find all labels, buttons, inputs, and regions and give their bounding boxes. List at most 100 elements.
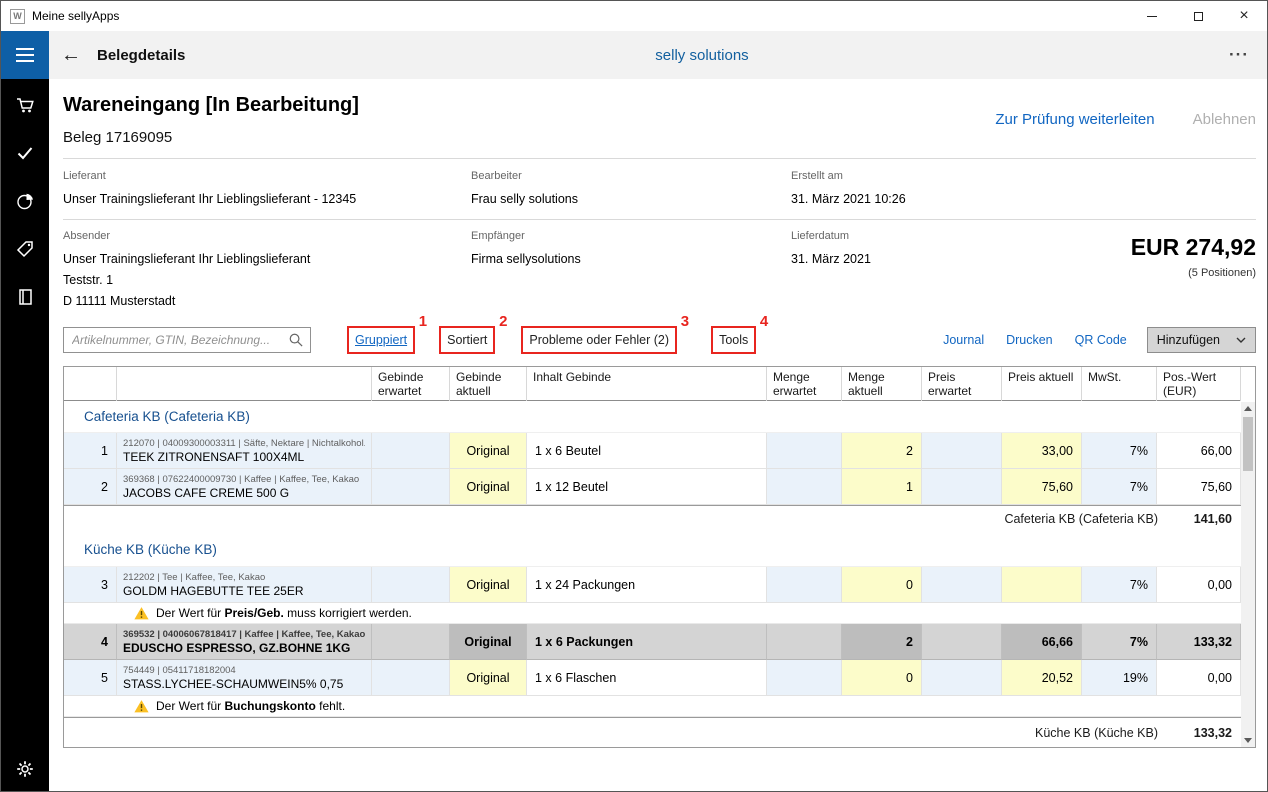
row-number: 5 bbox=[64, 660, 117, 696]
scrollbar-thumb[interactable] bbox=[1243, 417, 1253, 471]
journal-link[interactable]: Journal bbox=[943, 333, 984, 347]
gebinde-erwartet-cell bbox=[372, 433, 450, 469]
forward-for-review-button[interactable]: Zur Prüfung weiterleiten bbox=[995, 111, 1154, 128]
sidebar-item-cart[interactable] bbox=[1, 81, 49, 129]
table-scrollbar[interactable] bbox=[1241, 402, 1255, 747]
search-icon bbox=[288, 332, 304, 348]
annotation-number: 2 bbox=[499, 313, 507, 330]
menge-aktuell-cell[interactable]: 0 bbox=[842, 660, 922, 696]
col-pos-wert: Pos.-Wert (EUR) bbox=[1157, 367, 1241, 401]
group-total-label: Cafeteria KB (Cafeteria KB) bbox=[1004, 512, 1158, 526]
document-total: EUR 274,92 (5 Positionen) bbox=[1011, 230, 1256, 312]
sidebar-item-settings[interactable] bbox=[1, 745, 49, 792]
pos-wert-cell: 0,00 bbox=[1157, 567, 1241, 603]
probleme-fehler-button[interactable]: Probleme oder Fehler (2) bbox=[529, 333, 669, 347]
annotation-box: Probleme oder Fehler (2) bbox=[521, 326, 677, 354]
gebinde-erwartet-cell bbox=[372, 469, 450, 505]
tools-button[interactable]: Tools bbox=[719, 333, 748, 347]
preis-aktuell-cell[interactable]: 75,60 bbox=[1002, 469, 1082, 505]
pos-wert-cell: 75,60 bbox=[1157, 469, 1241, 505]
hinzufuegen-button[interactable]: Hinzufügen bbox=[1147, 327, 1256, 353]
warning-row: Der Wert für Buchungskonto fehlt. bbox=[64, 696, 1241, 717]
preis-aktuell-cell[interactable] bbox=[1002, 567, 1082, 603]
col-empty bbox=[117, 367, 372, 401]
main-content: Wareneingang [In Bearbeitung] Beleg 1716… bbox=[49, 79, 1268, 792]
maximize-button[interactable] bbox=[1175, 1, 1221, 31]
sidebar-item-reports[interactable] bbox=[1, 177, 49, 225]
gebinde-erwartet-cell bbox=[372, 624, 450, 660]
table-toolbar: Gruppiert 1 Sortiert 2 Probleme oder Feh… bbox=[63, 325, 1256, 355]
app-window: W Meine sellyApps × ← Belegdetails selly… bbox=[0, 0, 1268, 792]
article-meta: 369368 | 07622400009730 | Kaffee | Kaffe… bbox=[123, 474, 359, 485]
menge-erwartet-cell bbox=[767, 624, 842, 660]
table-row[interactable]: 5 754449 | 05411718182004 STASS.LYCHEE-S… bbox=[64, 660, 1241, 696]
gebinde-erwartet-cell bbox=[372, 660, 450, 696]
preis-erwartet-cell bbox=[922, 433, 1002, 469]
scroll-up-arrow[interactable] bbox=[1241, 402, 1255, 415]
article-name: STASS.LYCHEE-SCHAUMWEIN5% 0,75 bbox=[123, 677, 343, 691]
sidebar-item-journal[interactable] bbox=[1, 273, 49, 321]
annotation-4: Tools 4 bbox=[711, 326, 756, 354]
gruppiert-button[interactable]: Gruppiert bbox=[355, 333, 407, 347]
sidebar-item-labels[interactable] bbox=[1, 225, 49, 273]
article-search[interactable] bbox=[63, 327, 311, 353]
nav-sidebar bbox=[1, 79, 49, 792]
warning-icon bbox=[134, 699, 149, 713]
field-lieferdatum: Lieferdatum 31. März 2021 bbox=[791, 230, 1011, 312]
table-row-selected[interactable]: 4 369532 | 04006067818417 | Kaffee | Kaf… bbox=[64, 624, 1241, 660]
table-row[interactable]: 1 212070 | 04009300003311 | Säfte, Nekta… bbox=[64, 433, 1241, 469]
gebinde-aktuell-cell[interactable]: Original bbox=[450, 624, 527, 660]
gebinde-aktuell-cell[interactable]: Original bbox=[450, 660, 527, 696]
group-header-cafeteria[interactable]: Cafeteria KB (Cafeteria KB) bbox=[64, 401, 1241, 433]
back-button[interactable]: ← bbox=[61, 45, 81, 65]
table-row[interactable]: 2 369368 | 07622400009730 | Kaffee | Kaf… bbox=[64, 469, 1241, 505]
article-meta: 754449 | 05411718182004 bbox=[123, 665, 236, 676]
gebinde-aktuell-cell[interactable]: Original bbox=[450, 433, 527, 469]
close-button[interactable]: × bbox=[1221, 1, 1267, 31]
row-number: 4 bbox=[64, 624, 117, 660]
article-name: TEEK ZITRONENSAFT 100X4ML bbox=[123, 450, 304, 464]
menge-aktuell-cell[interactable]: 0 bbox=[842, 567, 922, 603]
article-cell: 369368 | 07622400009730 | Kaffee | Kaffe… bbox=[117, 469, 372, 505]
group-total-cafeteria: Cafeteria KB (Cafeteria KB) 141,60 bbox=[64, 505, 1241, 533]
group-header-kueche[interactable]: Küche KB (Küche KB) bbox=[64, 533, 1241, 567]
row-number: 2 bbox=[64, 469, 117, 505]
window-titlebar: W Meine sellyApps × bbox=[1, 1, 1267, 31]
article-cell: 212070 | 04009300003311 | Säfte, Nektare… bbox=[117, 433, 372, 469]
menge-aktuell-cell[interactable]: 1 bbox=[842, 469, 922, 505]
gebinde-aktuell-cell[interactable]: Original bbox=[450, 567, 527, 603]
scroll-down-arrow[interactable] bbox=[1241, 734, 1255, 747]
table-header-row: Gebinde erwartet Gebinde aktuell Inhalt … bbox=[64, 367, 1241, 401]
more-menu-button[interactable]: ··· bbox=[1229, 45, 1249, 65]
annotation-number: 4 bbox=[760, 313, 768, 330]
divider bbox=[63, 158, 1256, 159]
drucken-link[interactable]: Drucken bbox=[1006, 333, 1053, 347]
gear-icon bbox=[15, 759, 35, 779]
col-gebinde-aktuell: Gebinde aktuell bbox=[450, 367, 527, 401]
sidebar-item-tasks[interactable] bbox=[1, 129, 49, 177]
preis-erwartet-cell bbox=[922, 469, 1002, 505]
preis-aktuell-cell[interactable]: 20,52 bbox=[1002, 660, 1082, 696]
col-menge-erwartet: Menge erwartet bbox=[767, 367, 842, 401]
total-amount: EUR 274,92 bbox=[1011, 234, 1256, 261]
menge-aktuell-cell[interactable]: 2 bbox=[842, 624, 922, 660]
qr-code-link[interactable]: QR Code bbox=[1075, 333, 1127, 347]
col-preis-aktuell: Preis aktuell bbox=[1002, 367, 1082, 401]
gebinde-aktuell-cell[interactable]: Original bbox=[450, 469, 527, 505]
minimize-button[interactable] bbox=[1129, 1, 1175, 31]
preis-aktuell-cell[interactable]: 33,00 bbox=[1002, 433, 1082, 469]
annotation-3: Probleme oder Fehler (2) 3 bbox=[521, 326, 677, 354]
hamburger-menu-button[interactable] bbox=[1, 31, 49, 79]
search-input[interactable] bbox=[63, 327, 311, 353]
reject-button[interactable]: Ablehnen bbox=[1193, 111, 1256, 128]
col-empty bbox=[64, 367, 117, 401]
document-title: Wareneingang [In Bearbeitung] bbox=[63, 94, 359, 117]
sortiert-button[interactable]: Sortiert bbox=[447, 333, 487, 347]
row-number: 1 bbox=[64, 433, 117, 469]
menge-erwartet-cell bbox=[767, 660, 842, 696]
table-row[interactable]: 3 212202 | Tee | Kaffee, Tee, Kakao GOLD… bbox=[64, 567, 1241, 603]
divider bbox=[63, 219, 1256, 220]
col-gebinde-erwartet: Gebinde erwartet bbox=[372, 367, 450, 401]
preis-aktuell-cell[interactable]: 66,66 bbox=[1002, 624, 1082, 660]
menge-aktuell-cell[interactable]: 2 bbox=[842, 433, 922, 469]
